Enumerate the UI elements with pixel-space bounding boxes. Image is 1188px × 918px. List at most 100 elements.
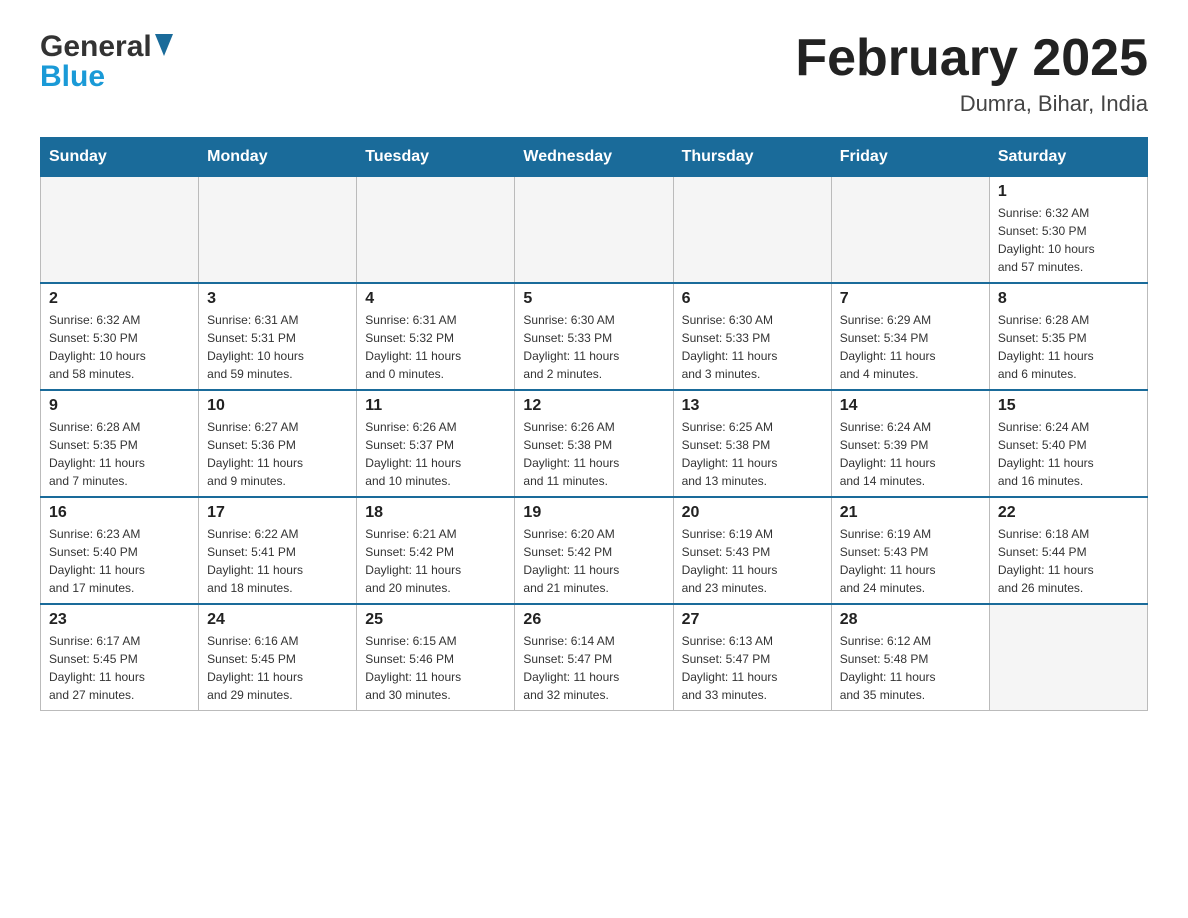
calendar-day-cell: 20 Sunrise: 6:19 AMSunset: 5:43 PMDayligh… (673, 497, 831, 604)
calendar-day-cell: 10 Sunrise: 6:27 AMSunset: 5:36 PMDayligh… (199, 390, 357, 497)
day-number: 5 (523, 290, 664, 308)
day-info: Sunrise: 6:30 AMSunset: 5:33 PMDaylight:… (682, 311, 823, 383)
day-info: Sunrise: 6:24 AMSunset: 5:40 PMDaylight:… (998, 418, 1139, 490)
day-info: Sunrise: 6:31 AMSunset: 5:32 PMDaylight:… (365, 311, 506, 383)
calendar-day-cell: 11 Sunrise: 6:26 AMSunset: 5:37 PMDayligh… (357, 390, 515, 497)
day-info: Sunrise: 6:26 AMSunset: 5:38 PMDaylight:… (523, 418, 664, 490)
calendar-day-cell: 2Sunrise: 6:32 AMSunset: 5:30 PMDaylight… (41, 283, 199, 390)
day-info: Sunrise: 6:25 AMSunset: 5:38 PMDaylight:… (682, 418, 823, 490)
calendar-day-cell: 27 Sunrise: 6:13 AMSunset: 5:47 PMDayligh… (673, 604, 831, 711)
calendar-day-cell: 8 Sunrise: 6:28 AMSunset: 5:35 PMDaylight… (989, 283, 1147, 390)
calendar-week-row: 16 Sunrise: 6:23 AMSunset: 5:40 PMDayligh… (41, 497, 1148, 604)
day-number: 16 (49, 504, 190, 522)
day-info: Sunrise: 6:16 AMSunset: 5:45 PMDaylight:… (207, 632, 348, 704)
day-number: 10 (207, 397, 348, 415)
calendar-day-cell: 28 Sunrise: 6:12 AMSunset: 5:48 PMDayligh… (831, 604, 989, 711)
logo-general-text: General (40, 30, 152, 64)
day-info: Sunrise: 6:32 AMSunset: 5:30 PMDaylight:… (998, 204, 1139, 276)
day-number: 25 (365, 611, 506, 629)
calendar-day-cell: 26Sunrise: 6:14 AMSunset: 5:47 PMDayligh… (515, 604, 673, 711)
calendar-day-cell: 14 Sunrise: 6:24 AMSunset: 5:39 PMDayligh… (831, 390, 989, 497)
calendar-day-cell (41, 177, 199, 284)
calendar-day-cell: 6 Sunrise: 6:30 AMSunset: 5:33 PMDaylight… (673, 283, 831, 390)
calendar-header-monday: Monday (199, 138, 357, 177)
day-info: Sunrise: 6:28 AMSunset: 5:35 PMDaylight:… (49, 418, 190, 490)
calendar-header-sunday: Sunday (41, 138, 199, 177)
calendar-day-cell (831, 177, 989, 284)
day-info: Sunrise: 6:26 AMSunset: 5:37 PMDaylight:… (365, 418, 506, 490)
calendar-day-cell: 9Sunrise: 6:28 AMSunset: 5:35 PMDaylight… (41, 390, 199, 497)
day-info: Sunrise: 6:20 AMSunset: 5:42 PMDaylight:… (523, 525, 664, 597)
page-header: General Blue February 2025 Dumra, Bihar,… (40, 30, 1148, 117)
day-number: 3 (207, 290, 348, 308)
calendar-table: SundayMondayTuesdayWednesdayThursdayFrid… (40, 137, 1148, 711)
calendar-day-cell: 21 Sunrise: 6:19 AMSunset: 5:43 PMDayligh… (831, 497, 989, 604)
calendar-day-cell: 4 Sunrise: 6:31 AMSunset: 5:32 PMDaylight… (357, 283, 515, 390)
calendar-day-cell: 24 Sunrise: 6:16 AMSunset: 5:45 PMDayligh… (199, 604, 357, 711)
calendar-day-cell: 17Sunrise: 6:22 AMSunset: 5:41 PMDayligh… (199, 497, 357, 604)
day-info: Sunrise: 6:12 AMSunset: 5:48 PMDaylight:… (840, 632, 981, 704)
day-number: 2 (49, 290, 190, 308)
month-title: February 2025 (795, 30, 1148, 87)
day-number: 15 (998, 397, 1139, 415)
day-number: 11 (365, 397, 506, 415)
day-info: Sunrise: 6:24 AMSunset: 5:39 PMDaylight:… (840, 418, 981, 490)
calendar-day-cell (199, 177, 357, 284)
calendar-week-row: 1 Sunrise: 6:32 AMSunset: 5:30 PMDaylight… (41, 177, 1148, 284)
calendar-day-cell: 19 Sunrise: 6:20 AMSunset: 5:42 PMDayligh… (515, 497, 673, 604)
calendar-header-saturday: Saturday (989, 138, 1147, 177)
day-info: Sunrise: 6:28 AMSunset: 5:35 PMDaylight:… (998, 311, 1139, 383)
day-info: Sunrise: 6:19 AMSunset: 5:43 PMDaylight:… (682, 525, 823, 597)
day-number: 18 (365, 504, 506, 522)
day-info: Sunrise: 6:29 AMSunset: 5:34 PMDaylight:… (840, 311, 981, 383)
day-number: 6 (682, 290, 823, 308)
calendar-day-cell: 15 Sunrise: 6:24 AMSunset: 5:40 PMDayligh… (989, 390, 1147, 497)
day-info: Sunrise: 6:22 AMSunset: 5:41 PMDaylight:… (207, 525, 348, 597)
calendar-day-cell: 13 Sunrise: 6:25 AMSunset: 5:38 PMDayligh… (673, 390, 831, 497)
calendar-day-cell: 18 Sunrise: 6:21 AMSunset: 5:42 PMDayligh… (357, 497, 515, 604)
day-info: Sunrise: 6:18 AMSunset: 5:44 PMDaylight:… (998, 525, 1139, 597)
calendar-day-cell (989, 604, 1147, 711)
calendar-day-cell: 25 Sunrise: 6:15 AMSunset: 5:46 PMDayligh… (357, 604, 515, 711)
day-info: Sunrise: 6:23 AMSunset: 5:40 PMDaylight:… (49, 525, 190, 597)
calendar-week-row: 2Sunrise: 6:32 AMSunset: 5:30 PMDaylight… (41, 283, 1148, 390)
calendar-week-row: 9Sunrise: 6:28 AMSunset: 5:35 PMDaylight… (41, 390, 1148, 497)
calendar-day-cell: 22Sunrise: 6:18 AMSunset: 5:44 PMDayligh… (989, 497, 1147, 604)
title-area: February 2025 Dumra, Bihar, India (795, 30, 1148, 117)
day-number: 24 (207, 611, 348, 629)
day-info: Sunrise: 6:31 AMSunset: 5:31 PMDaylight:… (207, 311, 348, 383)
day-info: Sunrise: 6:21 AMSunset: 5:42 PMDaylight:… (365, 525, 506, 597)
calendar-header-row: SundayMondayTuesdayWednesdayThursdayFrid… (41, 138, 1148, 177)
calendar-day-cell: 16 Sunrise: 6:23 AMSunset: 5:40 PMDayligh… (41, 497, 199, 604)
day-number: 19 (523, 504, 664, 522)
day-number: 13 (682, 397, 823, 415)
day-number: 20 (682, 504, 823, 522)
logo-blue-text: Blue (40, 60, 105, 94)
logo: General Blue (40, 30, 173, 94)
day-number: 1 (998, 183, 1139, 201)
day-number: 7 (840, 290, 981, 308)
calendar-day-cell: 7 Sunrise: 6:29 AMSunset: 5:34 PMDaylight… (831, 283, 989, 390)
calendar-header-friday: Friday (831, 138, 989, 177)
day-number: 23 (49, 611, 190, 629)
day-number: 27 (682, 611, 823, 629)
calendar-day-cell (673, 177, 831, 284)
calendar-day-cell: 3 Sunrise: 6:31 AMSunset: 5:31 PMDaylight… (199, 283, 357, 390)
calendar-week-row: 23Sunrise: 6:17 AMSunset: 5:45 PMDayligh… (41, 604, 1148, 711)
calendar-header-wednesday: Wednesday (515, 138, 673, 177)
calendar-header-thursday: Thursday (673, 138, 831, 177)
day-number: 4 (365, 290, 506, 308)
day-info: Sunrise: 6:27 AMSunset: 5:36 PMDaylight:… (207, 418, 348, 490)
day-number: 14 (840, 397, 981, 415)
logo-arrow-icon (155, 34, 173, 56)
calendar-day-cell: 1 Sunrise: 6:32 AMSunset: 5:30 PMDaylight… (989, 177, 1147, 284)
calendar-day-cell: 5 Sunrise: 6:30 AMSunset: 5:33 PMDaylight… (515, 283, 673, 390)
day-info: Sunrise: 6:13 AMSunset: 5:47 PMDaylight:… (682, 632, 823, 704)
day-number: 28 (840, 611, 981, 629)
day-number: 21 (840, 504, 981, 522)
day-info: Sunrise: 6:30 AMSunset: 5:33 PMDaylight:… (523, 311, 664, 383)
day-number: 12 (523, 397, 664, 415)
day-info: Sunrise: 6:15 AMSunset: 5:46 PMDaylight:… (365, 632, 506, 704)
day-info: Sunrise: 6:19 AMSunset: 5:43 PMDaylight:… (840, 525, 981, 597)
day-number: 8 (998, 290, 1139, 308)
